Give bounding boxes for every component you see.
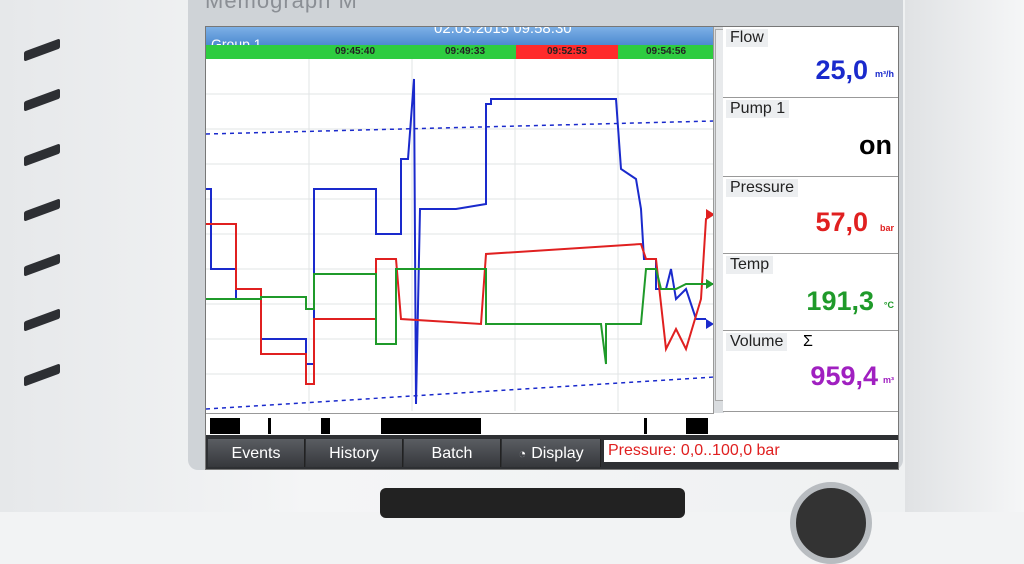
navigator-knob[interactable] xyxy=(790,482,872,564)
channel-unit: m³ xyxy=(883,375,894,385)
status-message: Pressure: 0,0..100,0 bar xyxy=(604,440,898,462)
sum-symbol: Σ xyxy=(803,333,813,350)
datetime: 02.03.2015 09:58:30 xyxy=(434,26,572,37)
event-bar: 09:54:56 xyxy=(618,45,714,59)
housing-right-edge xyxy=(905,0,1024,512)
batch-button[interactable]: Batch xyxy=(404,439,501,467)
gauge-icon: ◔ xyxy=(518,446,527,461)
channel-value: 25,0 xyxy=(815,55,868,85)
channel-value: 57,0 xyxy=(815,207,868,237)
side-vents xyxy=(24,38,64,420)
flow-limit-low xyxy=(206,376,714,410)
channel-unit: bar xyxy=(879,223,894,233)
events-button[interactable]: Events xyxy=(208,439,305,467)
channel-label: Temp xyxy=(726,256,774,274)
event-bar: 09:52:53 xyxy=(516,45,618,59)
channel-label: Pump 1 xyxy=(726,100,790,118)
chart-header: Group 1 02.03.2015 09:58:30 xyxy=(206,26,720,52)
channel-unit: °C xyxy=(883,300,894,310)
display-screen: Group 1 02.03.2015 09:58:30 09:45:40 09:… xyxy=(205,26,899,470)
pressure-trace xyxy=(206,213,714,385)
channel-volume[interactable]: Volume Σ 959,4 m³ xyxy=(723,331,898,412)
event-bar: 09:45:40 xyxy=(206,45,414,59)
history-button[interactable]: History xyxy=(306,439,403,467)
softkey-bar: Events History Batch ◔ Display Pressure: … xyxy=(206,435,898,469)
channel-value: 959,4 xyxy=(810,361,878,391)
channel-flow[interactable]: Flow 25,0 m³/h xyxy=(723,27,898,98)
temp-trace xyxy=(206,268,714,365)
flow-limit-high xyxy=(206,120,714,135)
device-brand: Memograph M xyxy=(205,0,358,13)
event-bar: 09:49:33 xyxy=(414,45,516,59)
trend-plot xyxy=(206,59,714,411)
channel-label: Pressure xyxy=(726,179,799,197)
channel-label: Flow xyxy=(726,29,768,47)
display-button[interactable]: ◔ Display xyxy=(502,439,601,467)
channel-temp[interactable]: Temp 191,3 °C xyxy=(723,254,898,331)
channel-pressure[interactable]: Pressure 57,0 bar xyxy=(723,177,898,254)
device-housing: Memograph M Group 1 02.03.2015 09:58:30 … xyxy=(0,0,1024,564)
grid xyxy=(206,59,714,411)
event-strip xyxy=(206,413,714,436)
card-slot xyxy=(380,488,685,518)
channel-label: Volume xyxy=(726,333,788,351)
channel-unit: m³/h xyxy=(875,69,894,79)
channel-value: on xyxy=(859,130,892,160)
channel-value: 191,3 xyxy=(806,286,874,316)
channel-pump[interactable]: Pump 1 on xyxy=(723,98,898,177)
